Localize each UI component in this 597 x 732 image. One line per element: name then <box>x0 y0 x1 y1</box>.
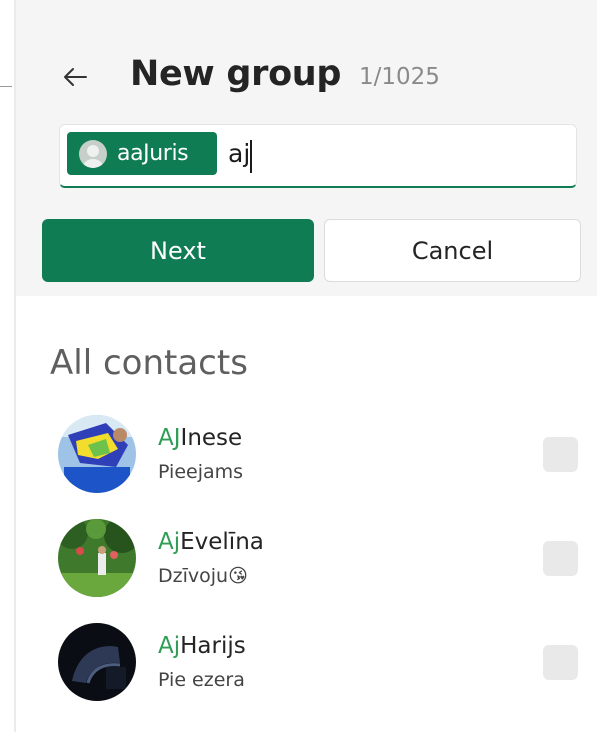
contact-avatar <box>58 415 136 493</box>
section-title: All contacts <box>50 343 248 383</box>
contact-row[interactable]: AjHarijs Pie ezera <box>0 623 597 713</box>
contact-name: AJInese <box>158 425 243 451</box>
selected-member-chip[interactable]: aaJuris <box>67 132 217 175</box>
chip-label: aaJuris <box>117 141 189 166</box>
page-title: New group <box>130 54 342 94</box>
contact-row[interactable]: AjEvelīna Dzīvoju😘 <box>0 519 597 609</box>
window-edge-line <box>0 86 12 87</box>
contact-status: Pieejams <box>158 461 244 483</box>
contact-checkbox[interactable] <box>543 645 578 680</box>
contact-name: AjHarijs <box>158 633 246 659</box>
contact-status: Dzīvoju😘 <box>158 565 248 587</box>
arrow-left-icon <box>64 68 87 86</box>
contact-status: Pie ezera <box>158 669 245 691</box>
person-avatar-icon <box>79 139 107 168</box>
search-input[interactable] <box>228 139 558 168</box>
contact-checkbox[interactable] <box>543 437 578 472</box>
back-button[interactable] <box>58 60 92 94</box>
member-count: 1/1025 <box>359 64 440 90</box>
contact-avatar <box>58 623 136 701</box>
cancel-button[interactable]: Cancel <box>324 219 581 282</box>
contact-avatar <box>58 519 136 597</box>
contact-name: AjEvelīna <box>158 529 264 555</box>
new-group-panel: New group 1/1025 aaJuris Next Cancel <box>16 0 597 296</box>
member-search-box[interactable]: aaJuris <box>59 124 577 188</box>
header: New group 1/1025 <box>16 52 597 102</box>
text-caret <box>250 140 252 173</box>
contact-checkbox[interactable] <box>543 541 578 576</box>
kiss-emoji-icon: 😘 <box>228 565 248 587</box>
contact-row[interactable]: AJInese Pieejams <box>0 415 597 505</box>
next-button[interactable]: Next <box>42 219 314 282</box>
